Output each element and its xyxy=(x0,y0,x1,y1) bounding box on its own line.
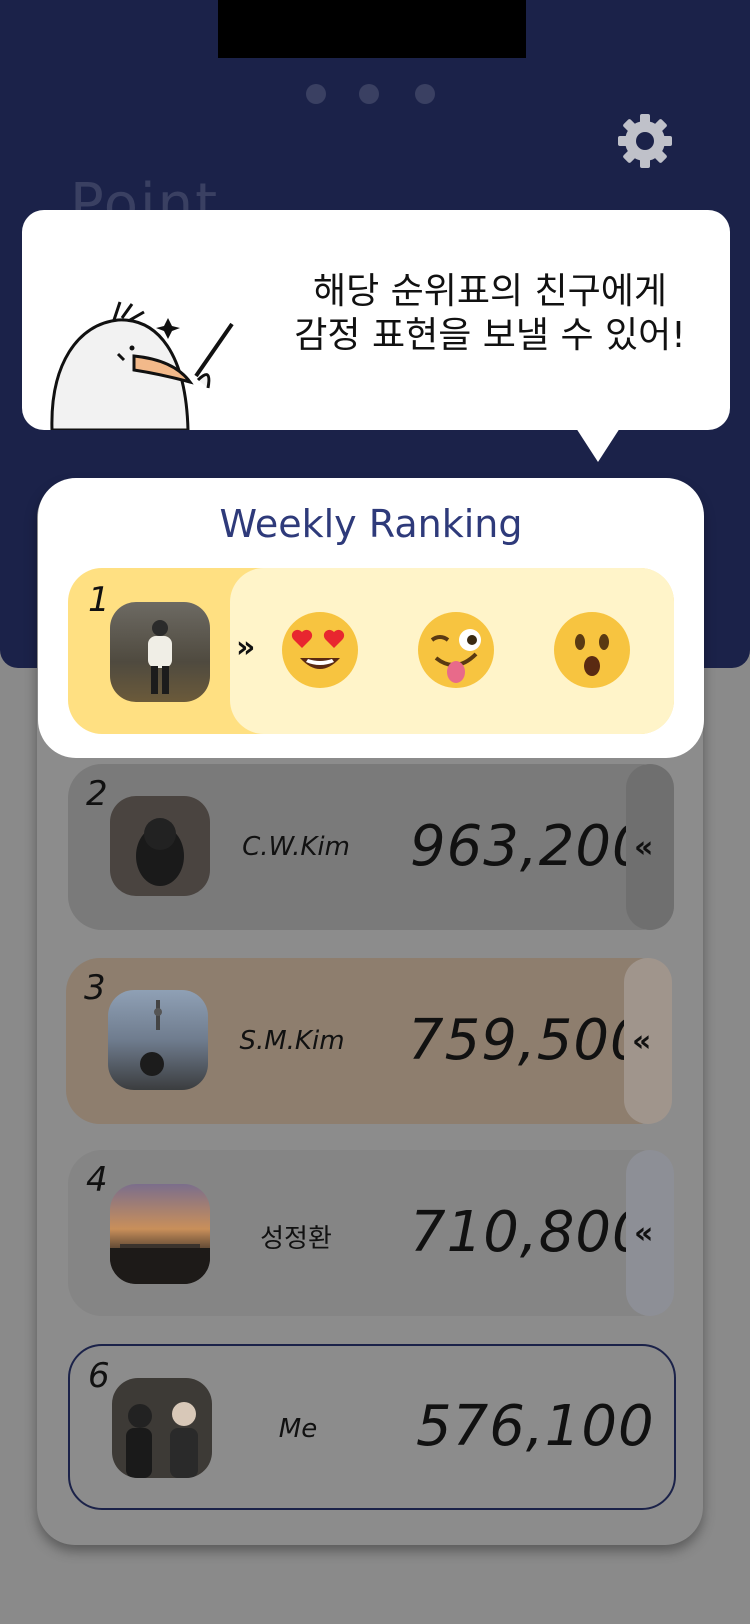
rank-number: 4 xyxy=(86,1160,108,1200)
tooltip-tail xyxy=(576,428,620,462)
player-score: 710,800 xyxy=(410,1200,649,1265)
player-score: 963,200 xyxy=(410,814,649,879)
page-dot-1[interactable] xyxy=(306,84,326,104)
player-name: S.M.Kim xyxy=(239,1026,345,1056)
player-name: 성정환 xyxy=(260,1224,332,1254)
page-dot-2[interactable] xyxy=(359,84,379,104)
avatar xyxy=(110,796,210,896)
expand-icon[interactable]: « xyxy=(634,830,653,865)
player-name: C.W.Kim xyxy=(242,832,350,862)
camera-notch xyxy=(218,0,526,58)
ranking-row-3[interactable]: 3 S.M.Kim 759,500 « xyxy=(66,958,672,1124)
heart-eyes-emoji[interactable] xyxy=(280,610,360,690)
ranking-row-me[interactable]: 6 Me 576,100 xyxy=(68,1344,676,1510)
avatar xyxy=(110,1184,210,1284)
tooltip-line-1: 해당 순위표의 친구에게 xyxy=(312,271,668,312)
avatar xyxy=(108,990,208,1090)
ranking-row-1[interactable]: 1 » xyxy=(68,568,674,734)
bird-mascot-icon xyxy=(50,301,234,430)
rank-number: 2 xyxy=(86,774,108,814)
page-dot-3[interactable] xyxy=(415,84,435,104)
rank-number: 6 xyxy=(88,1356,110,1396)
collapse-icon[interactable]: » xyxy=(236,630,255,665)
rank-number: 1 xyxy=(88,580,110,620)
tooltip-line-2: 감정 표현을 보낼 수 있어! xyxy=(294,315,686,356)
rank-number: 3 xyxy=(84,968,106,1008)
tooltip-text: 해당 순위표의 친구에게 감정 표현을 보낼 수 있어! xyxy=(270,270,710,358)
gear-icon[interactable] xyxy=(616,112,674,170)
player-score: 576,100 xyxy=(416,1394,655,1459)
expand-icon[interactable]: « xyxy=(634,1216,653,1251)
ranking-row-4[interactable]: 4 성정환 710,800 « xyxy=(68,1150,674,1316)
surprised-emoji[interactable] xyxy=(552,610,632,690)
avatar xyxy=(110,602,210,702)
player-name: Me xyxy=(278,1414,318,1444)
ranking-title: Weekly Ranking xyxy=(219,502,523,546)
ranking-row-2[interactable]: 2 C.W.Kim 963,200 « xyxy=(68,764,674,930)
avatar xyxy=(112,1378,212,1478)
winking-tongue-emoji[interactable] xyxy=(416,610,496,690)
player-score: 759,500 xyxy=(408,1008,647,1073)
expand-icon[interactable]: « xyxy=(632,1024,651,1059)
